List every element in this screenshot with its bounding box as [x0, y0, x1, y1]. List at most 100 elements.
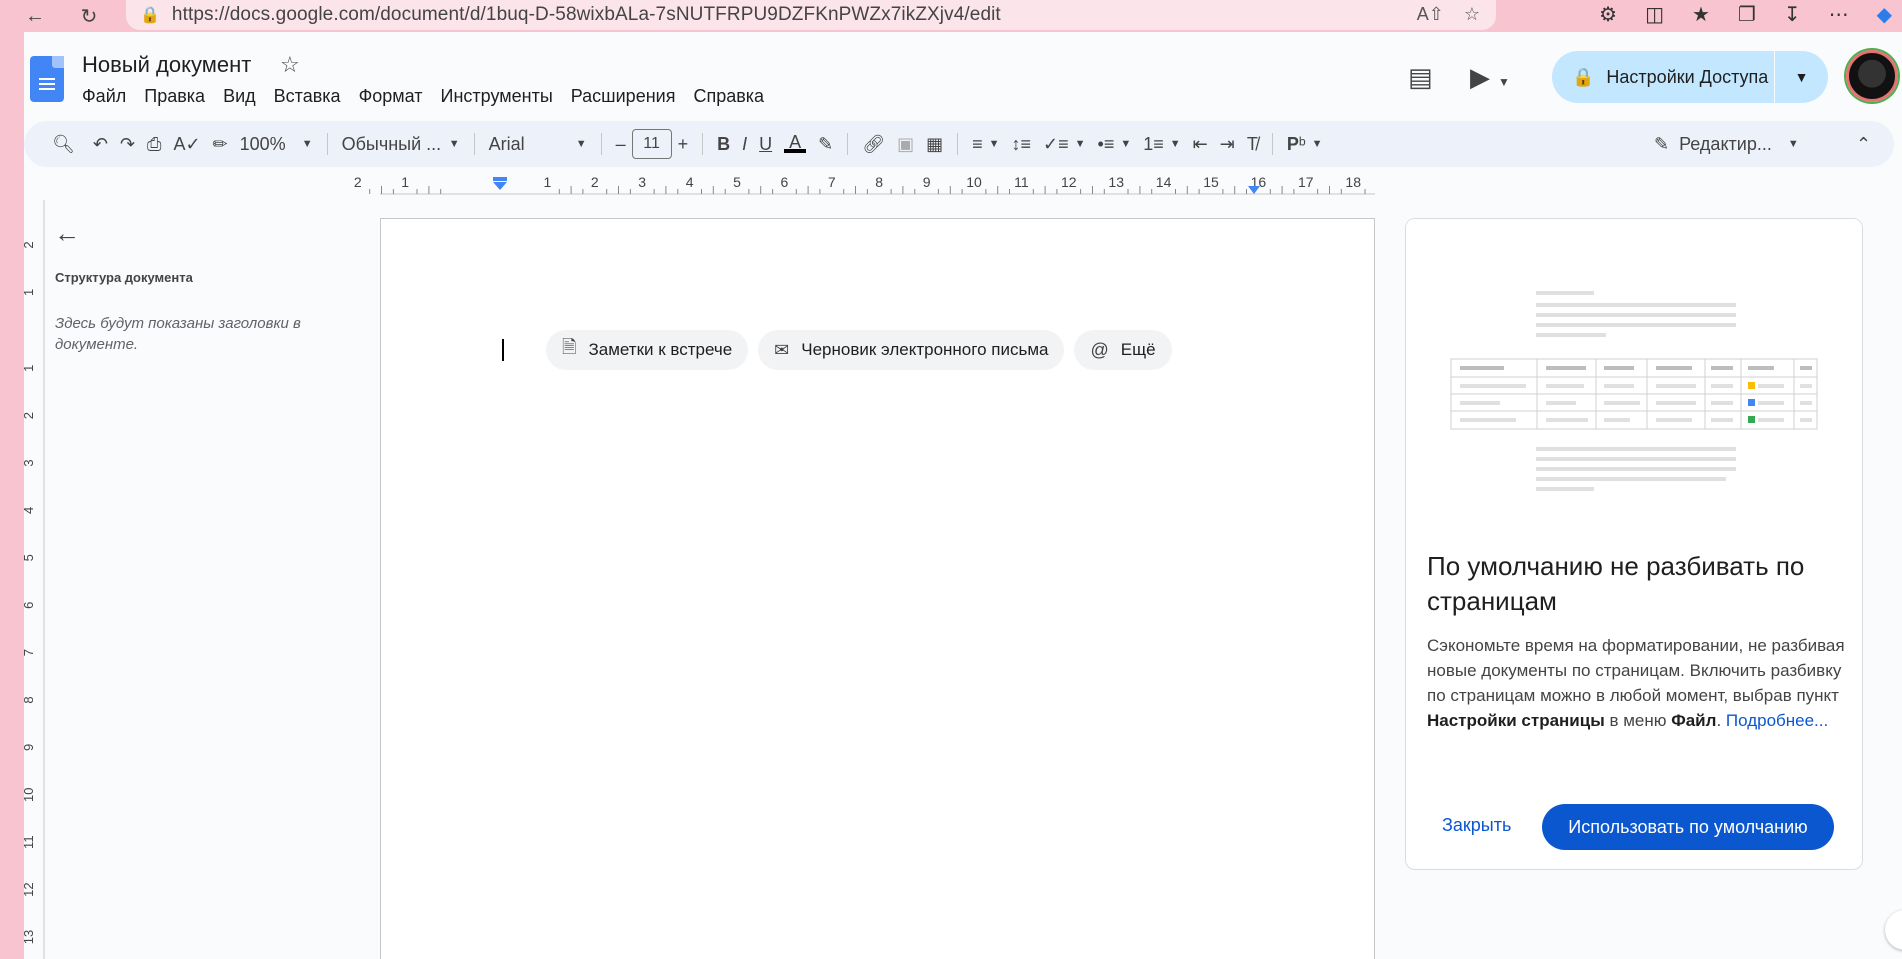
- increase-font-size-button[interactable]: +: [672, 128, 695, 160]
- share-button[interactable]: 🔒 Настройки Доступа ▼: [1552, 51, 1828, 103]
- menu-insert[interactable]: Вставка: [265, 84, 350, 109]
- card-title: По умолчанию не разбивать по страницам: [1427, 551, 1805, 616]
- ruler-label: 8: [875, 174, 883, 190]
- learn-more-link[interactable]: Подробнее...: [1726, 711, 1828, 730]
- side-panel-toggle[interactable]: [1885, 910, 1902, 950]
- left-edge: [0, 32, 24, 959]
- vertical-ruler-label: 13: [24, 930, 36, 944]
- address-bar[interactable]: 🔒 https://docs.google.com/document/d/1bu…: [126, 0, 1496, 30]
- smart-chips: 🗎︎ Заметки к встрече ✉ Черновик электрон…: [546, 330, 1172, 370]
- ruler-label: 11: [1014, 174, 1029, 190]
- document-page[interactable]: 🗎︎ Заметки к встрече ✉ Черновик электрон…: [380, 218, 1375, 959]
- outline-hint: Здесь будут показаны заголовки в докумен…: [55, 315, 301, 353]
- split-screen-icon[interactable]: ◫: [1645, 2, 1664, 27]
- use-default-button[interactable]: Использовать по умолчанию: [1542, 804, 1834, 850]
- chip-more[interactable]: @ Ещё: [1074, 330, 1172, 370]
- share-label: Настройки Доступа: [1606, 66, 1769, 87]
- menu-help[interactable]: Справка: [684, 84, 773, 109]
- collections-icon[interactable]: ❐: [1738, 2, 1756, 27]
- chip-meeting-notes[interactable]: 🗎︎ Заметки к встрече: [546, 330, 749, 370]
- comments-icon[interactable]: ▤: [1408, 62, 1433, 93]
- link-icon[interactable]: 🔗︎: [856, 128, 891, 160]
- vertical-ruler[interactable]: 2112345678910111213: [24, 200, 46, 959]
- menu-tools[interactable]: Инструменты: [432, 84, 562, 109]
- share-dropdown-icon[interactable]: ▼: [1775, 69, 1828, 85]
- chip-label: Черновик электронного письма: [801, 340, 1049, 359]
- first-line-indent-marker[interactable]: [493, 177, 507, 181]
- input-tools-icon[interactable]: Pᵇ ▼: [1281, 128, 1329, 160]
- vertical-ruler-label: 5: [24, 554, 36, 561]
- docs-logo-icon[interactable]: [30, 56, 64, 102]
- back-arrow-icon[interactable]: ←: [54, 218, 80, 249]
- ruler-label: 5: [733, 174, 741, 190]
- vertical-ruler-label: 2: [24, 241, 36, 248]
- clear-formatting-icon[interactable]: T̸: [1241, 128, 1264, 160]
- horizontal-ruler[interactable]: 2 1 1 2 3 4 5 6 7 8 9 10 11 12 13 14 15 16 17 18: [354, 174, 1380, 196]
- redo-icon[interactable]: ↷: [114, 128, 141, 160]
- style-select[interactable]: Обычный ... ▼: [336, 134, 466, 155]
- spellcheck-icon[interactable]: A✓: [167, 128, 206, 160]
- favorite-star-icon[interactable]: ☆: [1464, 4, 1480, 25]
- insert-image-icon[interactable]: ▦: [920, 128, 949, 160]
- read-aloud-icon[interactable]: A⇧: [1417, 4, 1444, 25]
- line-spacing-icon[interactable]: ↕≡: [1006, 128, 1038, 160]
- search-icon[interactable]: 🔍︎: [46, 128, 81, 160]
- downloads-icon[interactable]: ↧: [1784, 2, 1801, 27]
- menu-bar: Файл Правка Вид Вставка Формат Инструмен…: [82, 84, 773, 109]
- reload-icon[interactable]: ↻: [72, 2, 106, 30]
- increase-indent-icon[interactable]: ⇥: [1214, 128, 1241, 160]
- zoom-select[interactable]: 100% ▼: [234, 134, 319, 155]
- chevron-down-icon: ▼: [448, 138, 460, 150]
- menu-view[interactable]: Вид: [214, 84, 265, 109]
- pencil-icon: ✎: [1654, 133, 1670, 154]
- right-indent-marker[interactable]: [1248, 186, 1260, 194]
- ruler-label: 18: [1345, 174, 1361, 190]
- copilot-icon[interactable]: ◆: [1877, 2, 1892, 27]
- underline-icon[interactable]: U: [753, 128, 778, 160]
- mode-value: Редактир...: [1679, 133, 1772, 154]
- at-icon: @: [1090, 339, 1109, 360]
- font-select[interactable]: Arial ▼: [483, 134, 593, 155]
- font-size-input[interactable]: 11: [631, 129, 672, 159]
- lock-icon: 🔒: [1572, 66, 1595, 87]
- align-icon[interactable]: ≡ ▼: [966, 128, 1005, 160]
- checklist-icon[interactable]: ✓≡ ▼: [1037, 128, 1091, 160]
- star-icon[interactable]: ☆: [280, 52, 300, 78]
- italic-icon[interactable]: I: [736, 128, 753, 160]
- highlight-icon[interactable]: ✎: [812, 128, 839, 160]
- favorites-icon[interactable]: ★: [1692, 2, 1710, 27]
- paint-format-icon[interactable]: ✏: [207, 128, 234, 160]
- text-color-icon[interactable]: A: [778, 128, 812, 160]
- more-icon[interactable]: ⋯: [1829, 2, 1849, 27]
- bold-icon[interactable]: B: [711, 128, 736, 160]
- left-indent-marker[interactable]: [493, 182, 507, 190]
- close-button[interactable]: Закрыть: [1442, 815, 1511, 836]
- undo-icon[interactable]: ↶: [87, 128, 114, 160]
- bulleted-list-icon[interactable]: •≡ ▼: [1092, 128, 1138, 160]
- menu-extensions[interactable]: Расширения: [562, 84, 685, 109]
- lock-icon: 🔒: [140, 7, 160, 24]
- chevron-down-icon: ▼: [301, 138, 313, 150]
- back-icon[interactable]: ←: [18, 2, 52, 30]
- decrease-font-size-button[interactable]: –: [610, 128, 632, 160]
- numbered-list-icon[interactable]: 1≡ ▼: [1137, 128, 1186, 160]
- menu-file[interactable]: Файл: [82, 84, 135, 109]
- extensions-icon[interactable]: ⚙: [1599, 2, 1617, 27]
- text-cursor: [502, 339, 504, 361]
- vertical-ruler-label: 11: [24, 835, 36, 849]
- menu-format[interactable]: Формат: [350, 84, 432, 109]
- add-comment-icon[interactable]: ▣: [891, 128, 920, 160]
- ruler-label: 10: [966, 174, 982, 190]
- print-icon[interactable]: ⎙: [141, 128, 167, 160]
- vertical-ruler-label: 3: [24, 459, 36, 466]
- decrease-indent-icon[interactable]: ⇤: [1187, 128, 1214, 160]
- collapse-menus-icon[interactable]: ⌃: [1850, 128, 1877, 160]
- ruler-label: 6: [781, 174, 789, 190]
- document-title[interactable]: Новый документ: [82, 52, 251, 78]
- editing-mode-select[interactable]: ✎ Редактир... ▼: [1648, 134, 1805, 155]
- avatar[interactable]: [1846, 50, 1898, 102]
- menu-edit[interactable]: Правка: [135, 84, 214, 109]
- chip-email-draft[interactable]: ✉ Черновик электронного письма: [758, 330, 1065, 370]
- meet-icon[interactable]: ▶ ▼: [1470, 62, 1510, 93]
- vertical-ruler-label: 1: [24, 289, 36, 296]
